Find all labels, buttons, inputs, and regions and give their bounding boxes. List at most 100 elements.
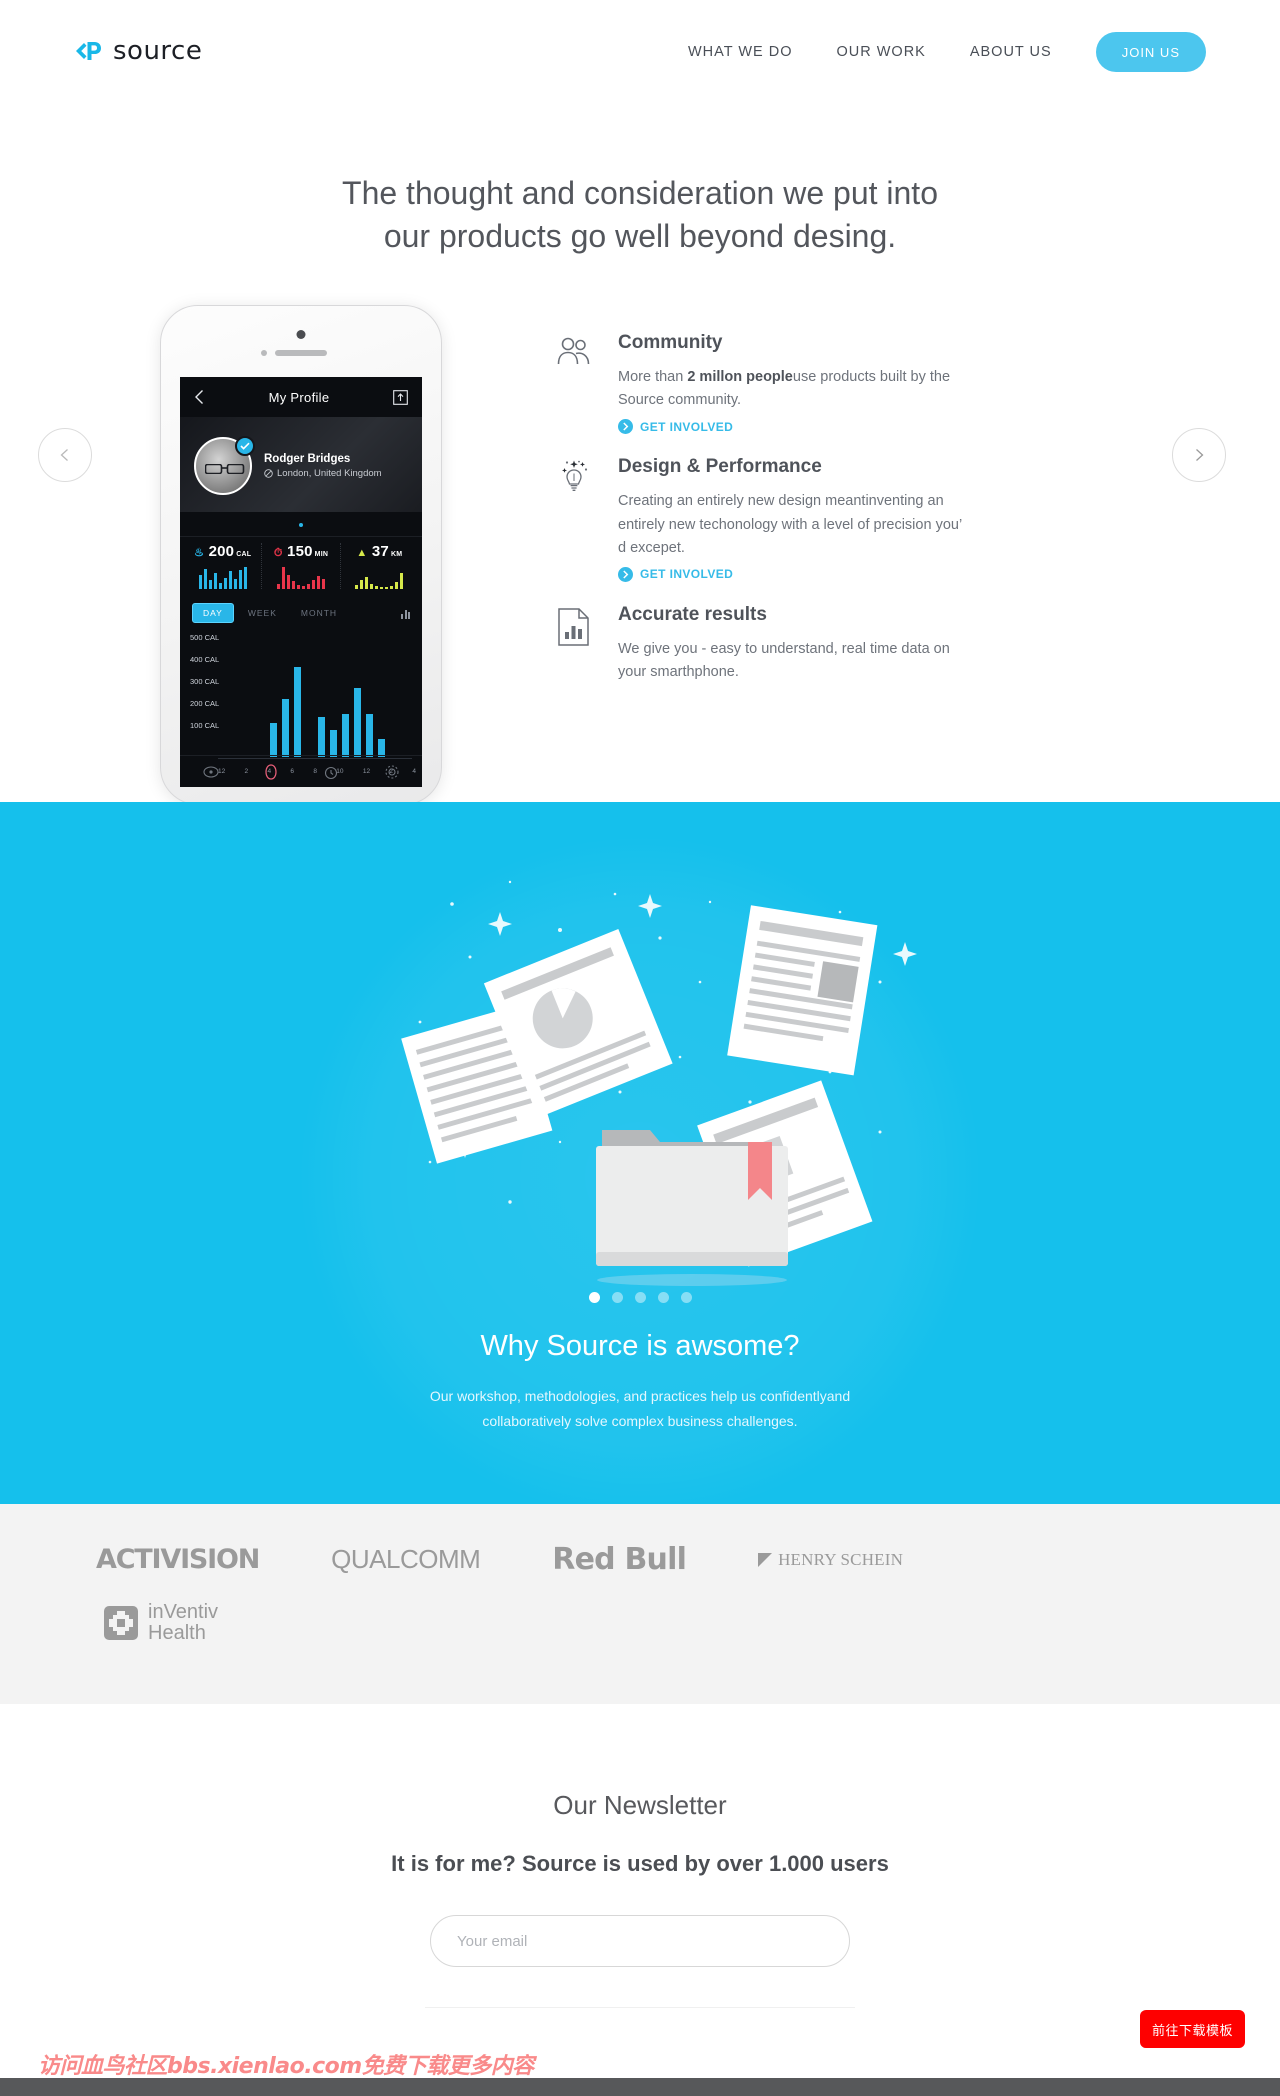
user-profile-block: Rodger Bridges London, United Kingdom (180, 417, 422, 512)
newsletter-subheading: It is for me? Source is used by over 1.0… (391, 1851, 889, 1876)
nav-item-what-we-do[interactable]: WHAT WE DO (666, 33, 815, 71)
share-icon[interactable] (393, 389, 408, 405)
code-logo-icon (76, 42, 101, 60)
feature-design-performance: Design & Performance Creating an entirel… (552, 456, 972, 582)
carousel-dot-4[interactable] (657, 1292, 669, 1303)
carousel-dot-2[interactable] (611, 1292, 623, 1303)
stats-row: ♨ 200 CAL ⏱ 150 MIN ▲ 37 KM (180, 536, 422, 593)
phone-speaker (275, 350, 327, 356)
hero-headline: The thought and consideration we put int… (0, 172, 1280, 258)
back-arrow-icon[interactable] (194, 389, 205, 405)
feature-list: Community More than 2 millon peopleuse p… (552, 332, 972, 706)
range-tabs: DAY WEEK MONTH (180, 593, 422, 629)
inventiv-line1: inVentiv (148, 1601, 219, 1623)
activision-logo: ACTIVISION (96, 1544, 260, 1575)
logo-text: source (113, 36, 203, 66)
carousel-dot-1[interactable] (588, 1292, 600, 1303)
y-tick-300: 300 CAL (190, 677, 220, 686)
feature-text: More than 2 millon peopleuse products bu… (618, 369, 951, 409)
download-template-button[interactable]: 前往下载模板 (1140, 2010, 1245, 2048)
site-header: source WHAT WE DO OUR WORK ABOUT US JOIN… (0, 0, 1280, 108)
settings-nav-icon[interactable] (384, 764, 400, 780)
stat-calories: ♨ 200 CAL (184, 543, 263, 589)
newsletter-heading: Our Newsletter (553, 1790, 727, 1820)
range-tab-month[interactable]: MONTH (291, 604, 347, 622)
phone-mockup: My Profile Rodger Bridges London, United… (160, 305, 442, 805)
feature-accurate-results: Accurate results We give you - easy to u… (552, 604, 972, 684)
qualcomm-logo: QUALCOMM (331, 1544, 481, 1574)
join-us-button[interactable]: JOIN US (1095, 32, 1206, 72)
email-input[interactable] (430, 1915, 850, 1967)
inventiv-health-label: inVentiv Health (148, 1602, 218, 1644)
henry-schein-mark-icon (758, 1552, 773, 1567)
carousel-dot-3[interactable] (634, 1292, 646, 1303)
profile-name: Rodger Bridges (264, 452, 351, 465)
stat-calories-value: ♨ 200 CAL (194, 543, 252, 560)
phone-front-camera (296, 330, 306, 339)
get-involved-link-2[interactable]: GET INVOLVED (618, 566, 972, 582)
hero-headline-line1: The thought and consideration we put int… (342, 175, 938, 211)
feature-title: Design & Performance (618, 456, 822, 478)
site-logo[interactable]: source (74, 36, 202, 66)
carousel-dot-5[interactable] (680, 1292, 692, 1303)
newsletter-divider (425, 2007, 855, 2008)
get-involved-label: GET INVOLVED (640, 567, 734, 582)
sparkline-minutes (262, 565, 339, 589)
arrow-circle-right-icon (618, 419, 633, 435)
chevron-left-icon (60, 449, 68, 461)
why-source-section: Why Source is awsome? Our workshop, meth… (0, 802, 1280, 1504)
activity-nav-icon[interactable] (202, 765, 219, 779)
nav-item-about-us[interactable]: ABOUT US (948, 33, 1074, 71)
sparkline-distance (341, 565, 418, 589)
profile-nav-icon[interactable] (264, 763, 278, 780)
document-chart-icon (552, 604, 596, 684)
newsletter-section: Our Newsletter It is for me? Source is u… (0, 1704, 1280, 2008)
range-tab-week[interactable]: WEEK (238, 604, 287, 622)
glasses-icon (205, 463, 245, 474)
chevron-right-icon (1196, 449, 1204, 461)
verified-badge (235, 435, 255, 456)
alarm-nav-icon[interactable] (323, 764, 339, 780)
chart-toggle-icon[interactable] (401, 608, 410, 619)
feature-title: Accurate results (618, 603, 767, 625)
y-tick-400: 400 CAL (190, 655, 220, 664)
y-tick-200: 200 CAL (190, 699, 220, 708)
client-logos-row-1: ACTIVISION QUALCOMM Red Bull HENRY SCHEI… (96, 1542, 903, 1577)
blue-subtitle-line1: Our workshop, methodologies, and practic… (429, 1388, 851, 1404)
app-topbar: My Profile (180, 377, 422, 417)
hero-headline-line2: our products go well beyond desing. (383, 218, 897, 255)
footer-strip (0, 2078, 1280, 2096)
get-involved-label: GET INVOLVED (640, 419, 734, 434)
phone-sensor (261, 350, 267, 356)
app-screen-title: My Profile (268, 389, 330, 405)
avatar (194, 435, 255, 495)
get-involved-link-1[interactable]: GET INVOLVED (618, 419, 972, 435)
range-tab-day[interactable]: DAY (192, 603, 234, 623)
feature-text: We give you - easy to understand, real t… (618, 640, 950, 681)
y-tick-100: 100 CAL (190, 721, 220, 730)
pager-dot (299, 523, 303, 527)
nav-item-our-work[interactable]: OUR WORK (814, 33, 947, 71)
arrow-circle-right-icon (618, 566, 633, 582)
app-bottom-nav (180, 755, 422, 787)
feature-community: Community More than 2 millon peopleuse p… (552, 332, 972, 435)
phone-screen: My Profile Rodger Bridges London, United… (180, 377, 422, 787)
watermark-text: 访问血鸟社区bbs.xienlao.com免费下载更多内容 (38, 2054, 534, 2079)
y-tick-500: 500 CAL (190, 633, 220, 642)
landing-page: source WHAT WE DO OUR WORK ABOUT US JOIN… (0, 0, 1280, 2096)
stat-distance-value: ▲ 37 KM (356, 543, 403, 560)
lightbulb-icon (552, 456, 596, 582)
community-icon (552, 332, 596, 434)
sparkline-calories (184, 565, 261, 589)
feature-title: Community (618, 332, 723, 353)
client-logos-section: ACTIVISION QUALCOMM Red Bull HENRY SCHEI… (0, 1504, 1280, 1704)
newsletter-form (0, 1915, 1280, 1967)
carousel-prev-button[interactable] (38, 428, 92, 482)
location-icon (264, 468, 273, 478)
main-navigation: WHAT WE DO OUR WORK ABOUT US JOIN US (666, 32, 1206, 72)
documents-folder-illustration (401, 880, 917, 1286)
carousel-next-button[interactable] (1172, 428, 1226, 482)
blue-subtitle-line2: collaboratively solve complex business c… (482, 1412, 798, 1429)
stat-distance: ▲ 37 KM (341, 543, 418, 589)
stat-minutes-value: ⏱ 150 MIN (273, 543, 329, 560)
